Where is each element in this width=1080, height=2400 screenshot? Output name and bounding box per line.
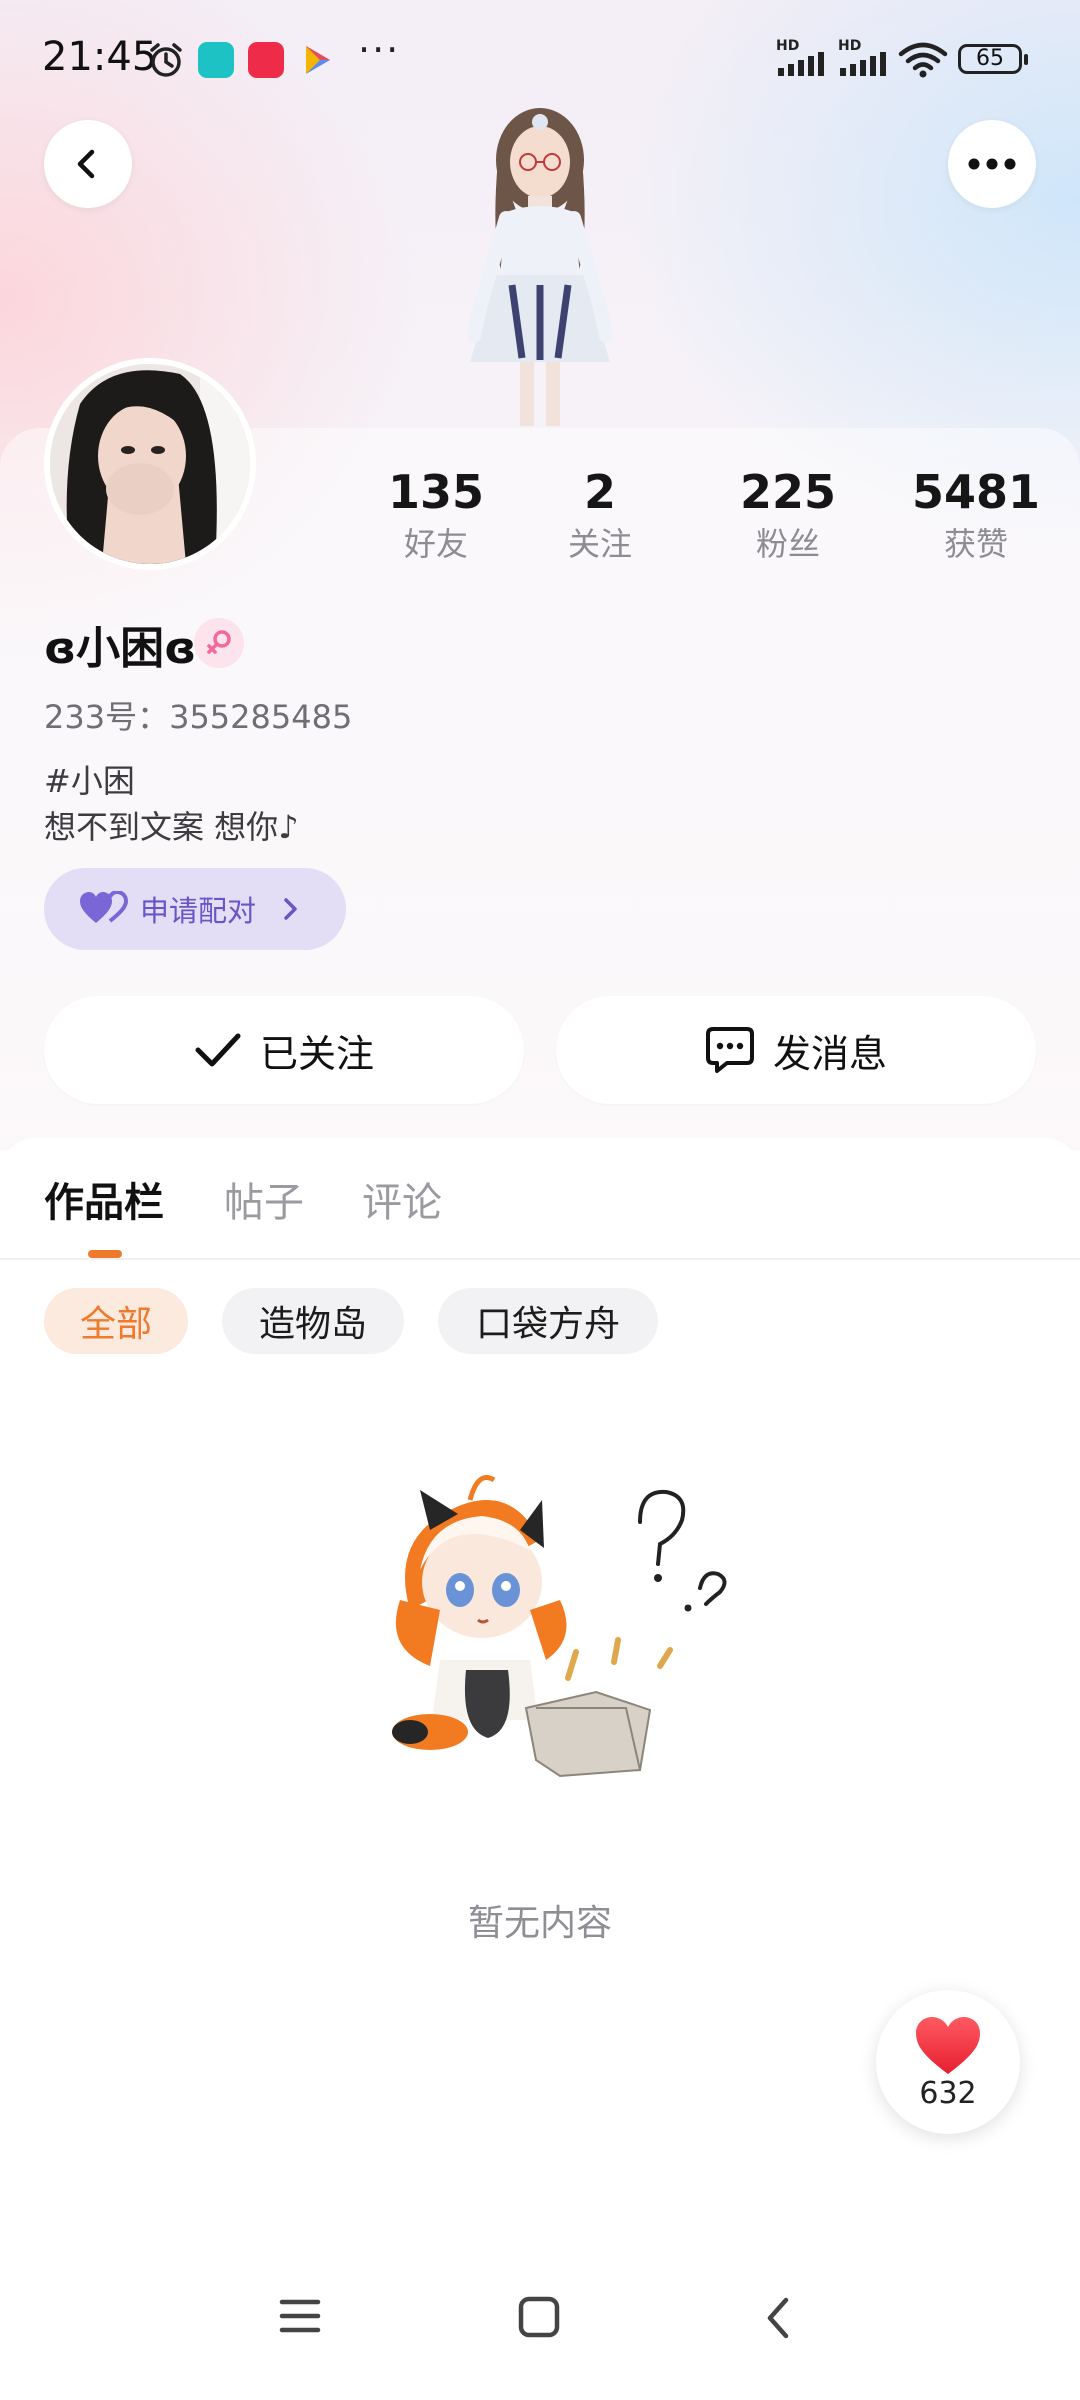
tab-indicator: [88, 1250, 122, 1258]
chat-bubble-icon: [705, 1027, 754, 1073]
avatar-photo: [50, 364, 250, 564]
empty-state-text: 暂无内容: [467, 1903, 612, 1944]
back-button[interactable]: [44, 120, 132, 208]
menu-nav-icon[interactable]: [278, 2296, 322, 2336]
heart-icon: [916, 2017, 980, 2074]
filter-creation-island[interactable]: 造物岛: [222, 1288, 404, 1354]
more-notifications: ···: [358, 28, 401, 72]
request-match-button[interactable]: 申请配对: [44, 868, 346, 950]
female-icon: [194, 618, 244, 668]
signal-icon: [778, 52, 824, 76]
app-home-icon: [198, 42, 234, 78]
send-message-button[interactable]: 发消息: [556, 996, 1036, 1104]
check-icon: [195, 1033, 241, 1067]
double-heart-icon: [80, 891, 128, 923]
stat-value: 225: [739, 465, 837, 519]
stat-label: 关注: [567, 525, 632, 563]
bio-line: 想不到文案 想你♪: [44, 808, 299, 846]
signal-icon: [840, 52, 886, 76]
tab-works[interactable]: 作品栏: [44, 1170, 164, 1228]
followed-button[interactable]: 已关注: [44, 996, 524, 1104]
stat-value: 5481: [911, 465, 1041, 519]
stat-likes[interactable]: 5481 获赞: [876, 462, 1076, 566]
avatar-3d-figure[interactable]: [420, 100, 660, 430]
tab-comments[interactable]: 评论: [362, 1170, 442, 1228]
user-id: 233号：355285485: [44, 698, 353, 736]
filter-pocket-ark[interactable]: 口袋方舟: [438, 1288, 658, 1354]
empty-state-illustration: [392, 1475, 727, 1778]
battery-icon: 65: [958, 44, 1028, 74]
more-dots-icon: [968, 158, 1016, 170]
avatar[interactable]: [44, 358, 256, 570]
request-match-label: 申请配对: [140, 894, 257, 928]
filter-all[interactable]: 全部: [44, 1288, 188, 1354]
play-store-icon: [306, 46, 330, 74]
like-count: 632: [919, 2076, 977, 2111]
app-red-icon: [248, 42, 284, 78]
chevron-left-icon: [77, 149, 95, 179]
followed-label: 已关注: [259, 1031, 374, 1076]
alarm-icon: [150, 43, 182, 77]
like-button[interactable]: 632: [876, 1990, 1020, 2134]
back-nav-icon[interactable]: [762, 2296, 794, 2340]
more-options-button[interactable]: [948, 120, 1036, 208]
stat-value: 2: [583, 465, 616, 519]
tab-divider: [0, 1258, 1080, 1260]
chevron-right-icon: [284, 898, 297, 920]
stat-following[interactable]: 2 关注: [500, 462, 700, 566]
home-nav-icon[interactable]: [518, 2296, 560, 2338]
tab-posts[interactable]: 帖子: [224, 1170, 304, 1228]
stat-fans[interactable]: 225 粉丝: [688, 462, 888, 566]
nickname: ɞ小困ɞ: [44, 623, 197, 674]
status-time: 21:45: [42, 34, 158, 80]
send-message-label: 发消息: [772, 1031, 887, 1076]
wifi-icon: [898, 42, 948, 78]
bio-line: #小困: [44, 762, 135, 800]
stat-label: 获赞: [943, 525, 1008, 563]
stat-label: 粉丝: [755, 525, 820, 563]
